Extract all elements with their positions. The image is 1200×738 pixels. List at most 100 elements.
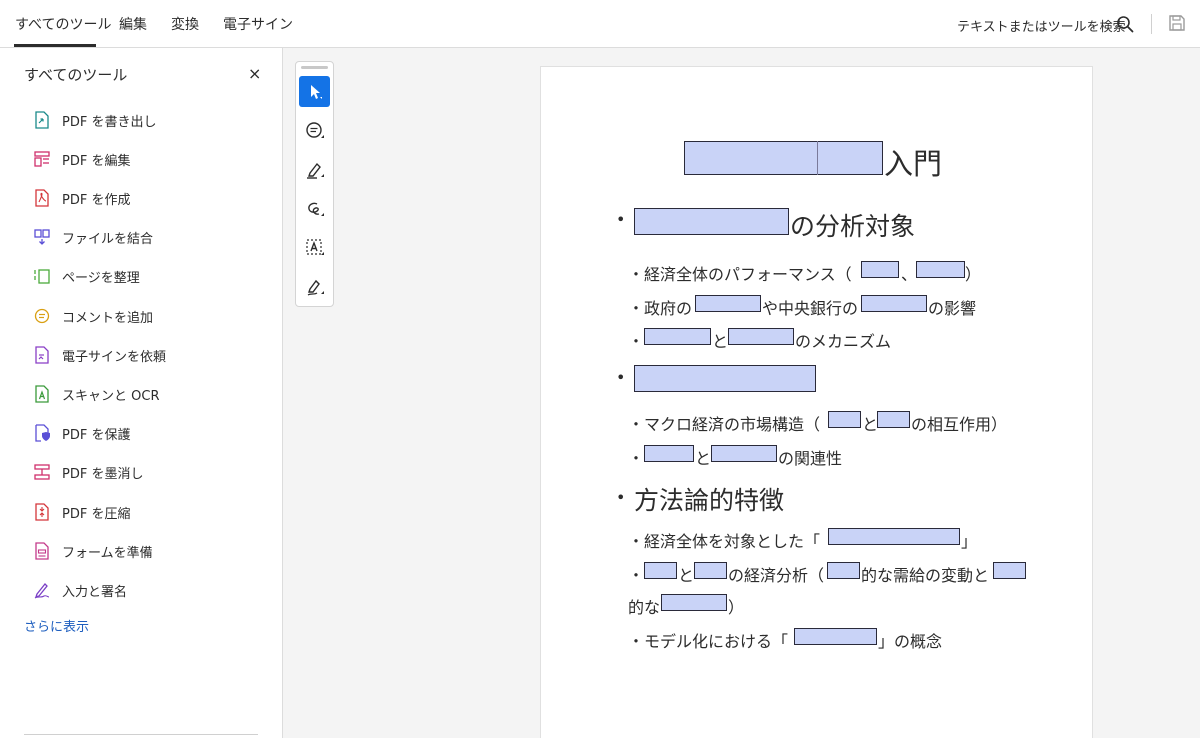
- heading-1: の分析対象: [790, 212, 916, 241]
- redaction-box[interactable]: [728, 328, 794, 345]
- redaction-box[interactable]: [993, 562, 1026, 579]
- bullet-text: ・経済全体のパフォーマンス（: [628, 265, 852, 284]
- sign-icon: [307, 279, 324, 296]
- bullet-text: ）: [965, 265, 982, 284]
- tool-compress-pdf[interactable]: PDF を圧縮: [34, 500, 264, 524]
- bullet-text: の相互作用）: [911, 415, 1008, 434]
- redaction-box[interactable]: [794, 628, 877, 645]
- redaction-box[interactable]: [861, 261, 899, 278]
- redaction-box[interactable]: [644, 328, 711, 345]
- redaction-box[interactable]: [916, 261, 965, 278]
- tool-create-pdf[interactable]: PDF を作成: [34, 186, 264, 210]
- tool-add-comment[interactable]: コメントを追加: [34, 304, 264, 328]
- fill-sign-icon: [34, 583, 50, 599]
- bullet-text: 的な: [628, 598, 661, 617]
- tool-organize-pages[interactable]: ページを整理: [34, 264, 264, 288]
- draw-tool-button[interactable]: [299, 193, 330, 224]
- doc-title: 入門: [884, 147, 943, 181]
- redaction-box[interactable]: [861, 295, 927, 312]
- panel-title: すべてのツール: [24, 66, 128, 84]
- tool-request-esign[interactable]: 電子サインを依頼: [34, 343, 264, 367]
- prepare-form-icon: [35, 542, 49, 560]
- bullet-text: と: [678, 566, 695, 585]
- bullet: •: [616, 368, 626, 387]
- search-icon[interactable]: [1116, 15, 1134, 33]
- sign-tool-button[interactable]: [299, 271, 330, 302]
- tab-all-tools[interactable]: すべてのツール: [15, 14, 111, 34]
- bullet-text: の関連性: [778, 449, 843, 468]
- bullet-text: と: [695, 449, 712, 468]
- save-icon[interactable]: [1168, 14, 1186, 32]
- tool-label: PDF を書き出し: [62, 114, 157, 130]
- redaction-box[interactable]: [694, 562, 727, 579]
- tool-export-pdf[interactable]: PDF を書き出し: [34, 108, 264, 132]
- tool-protect-pdf[interactable]: PDF を保護: [34, 421, 264, 445]
- tool-label: コメントを追加: [62, 310, 154, 326]
- redaction-box[interactable]: [661, 594, 727, 611]
- redact-pdf-icon: [34, 464, 50, 480]
- select-icon: [310, 84, 322, 99]
- highlight-icon: [306, 162, 324, 179]
- tool-fill-sign[interactable]: 入力と署名: [34, 578, 264, 602]
- bullet-text: や中央銀行の: [762, 299, 859, 318]
- tab-esign[interactable]: 電子サイン: [223, 14, 293, 34]
- bullet-text: の影響: [928, 299, 977, 318]
- show-more-link[interactable]: さらに表示: [24, 616, 89, 635]
- tool-combine-files[interactable]: ファイルを結合: [34, 225, 264, 249]
- tool-label: PDF を保護: [62, 427, 131, 443]
- redaction-divider: [817, 141, 818, 175]
- comment-icon: [34, 308, 50, 324]
- tool-scan-ocr[interactable]: スキャンと OCR: [34, 382, 264, 406]
- text-select-tool-button[interactable]: [299, 232, 330, 263]
- close-icon[interactable]: ×: [248, 64, 261, 83]
- panel-divider: [24, 734, 258, 735]
- redaction-box[interactable]: [711, 445, 777, 462]
- search-label[interactable]: テキストまたはツールを検索: [957, 16, 1126, 35]
- compress-pdf-icon: [35, 503, 49, 521]
- highlight-tool-button[interactable]: [299, 154, 330, 185]
- redaction-box[interactable]: [827, 562, 860, 579]
- tool-label: PDF を墨消し: [62, 466, 144, 482]
- bullet-text: ・: [628, 566, 645, 585]
- bullet-text: と: [712, 332, 729, 351]
- create-pdf-icon: [35, 189, 49, 207]
- tool-label: PDF を圧縮: [62, 506, 131, 522]
- redaction-box[interactable]: [634, 365, 816, 392]
- protect-pdf-icon: [35, 424, 50, 442]
- tool-label: スキャンと OCR: [62, 388, 160, 404]
- drag-handle[interactable]: [301, 66, 328, 69]
- comment-tool-button[interactable]: [299, 115, 330, 146]
- redaction-box[interactable]: [828, 411, 861, 428]
- bullet-text: のメカニズム: [795, 332, 892, 351]
- tool-label: フォームを準備: [62, 545, 153, 561]
- tool-label: PDF を編集: [62, 153, 131, 169]
- redaction-box[interactable]: [695, 295, 761, 312]
- tool-edit-pdf[interactable]: PDF を編集: [34, 147, 264, 171]
- bullet-text: ・政府の: [628, 299, 693, 318]
- export-pdf-icon: [35, 111, 49, 129]
- redaction-box[interactable]: [684, 141, 883, 175]
- redaction-box[interactable]: [828, 528, 960, 545]
- bullet-text: ・マクロ経済の市場構造（: [628, 415, 821, 434]
- redaction-box[interactable]: [877, 411, 910, 428]
- tool-label: PDF を作成: [62, 192, 131, 208]
- document-page[interactable]: 入門 • の分析対象 ・経済全体のパフォーマンス（ 、 ） ・政府の や中央銀行…: [540, 66, 1093, 738]
- bullet: •: [616, 210, 626, 229]
- tool-redact-pdf[interactable]: PDF を墨消し: [34, 460, 264, 484]
- redaction-box[interactable]: [644, 445, 694, 462]
- select-tool-button[interactable]: [299, 76, 330, 107]
- organize-pages-icon: [34, 269, 50, 284]
- bullet-text: ・モデル化における「: [628, 632, 789, 651]
- active-tab-indicator: [14, 44, 96, 47]
- bullet-text: 」の概念: [878, 632, 943, 651]
- bullet-text: 、: [901, 265, 918, 284]
- tab-convert[interactable]: 変換: [171, 14, 199, 34]
- tools-panel: すべてのツール × PDF を書き出し PDF を編集 PDF を作成 ファイル…: [0, 48, 283, 738]
- redaction-box[interactable]: [644, 562, 677, 579]
- bullet-text: の経済分析（: [728, 566, 825, 585]
- redaction-box[interactable]: [634, 208, 789, 235]
- comment-icon: [305, 121, 324, 138]
- tool-label: 入力と署名: [62, 584, 128, 600]
- tool-prepare-form[interactable]: フォームを準備: [34, 539, 264, 563]
- tab-edit[interactable]: 編集: [119, 14, 147, 34]
